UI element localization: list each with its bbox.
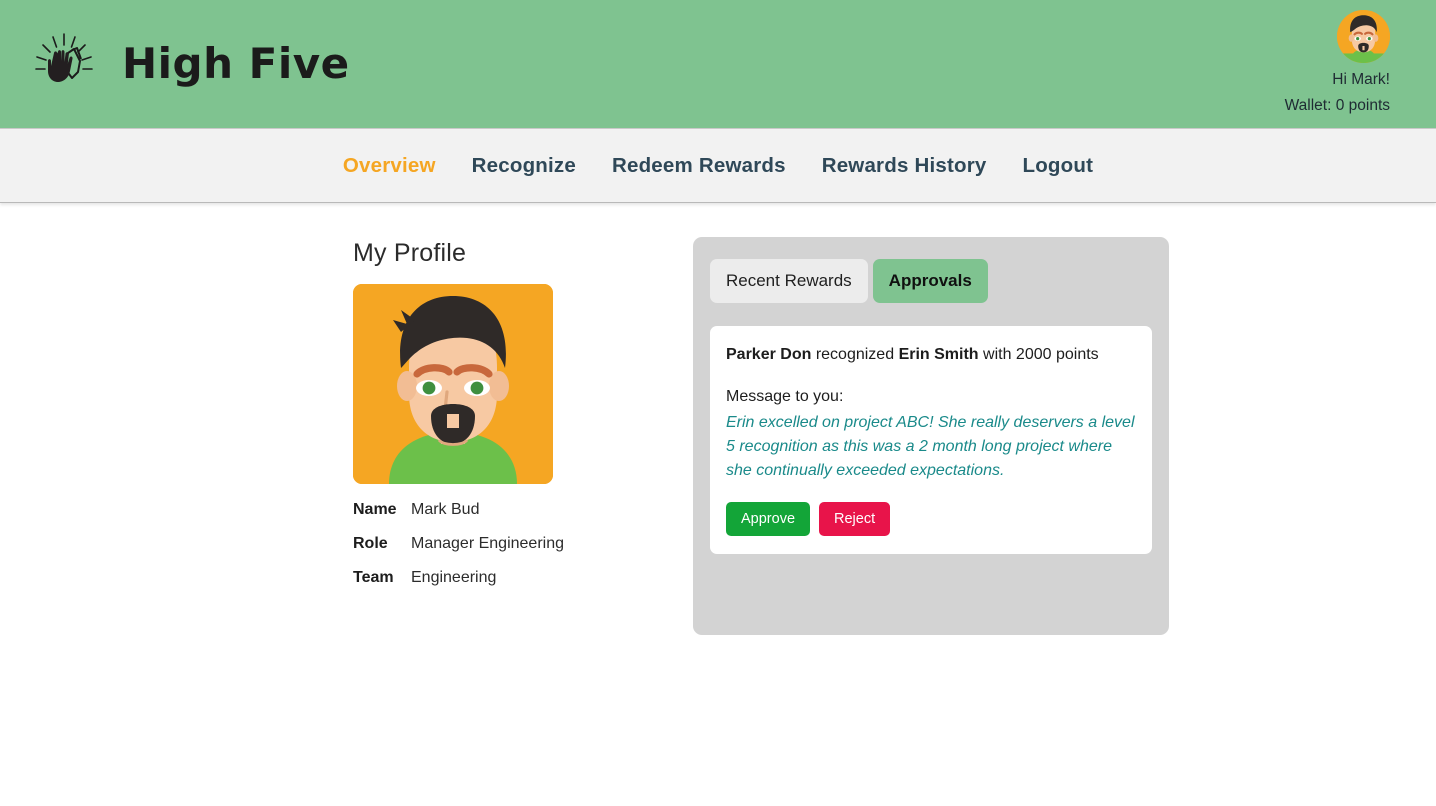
tab-approvals[interactable]: Approvals	[872, 259, 988, 303]
profile-value-team: Engineering	[411, 569, 497, 586]
rewards-panel: Recent Rewards Approvals Parker Don reco…	[693, 237, 1169, 635]
approval-giver-name: Parker Don	[726, 346, 812, 363]
tab-recent-rewards[interactable]: Recent Rewards	[710, 259, 868, 303]
approval-headline: Parker Don recognized Erin Smith with 20…	[726, 343, 1136, 366]
nav-item-recognize[interactable]: Recognize	[454, 154, 594, 178]
nav-item-overview[interactable]: Overview	[325, 154, 454, 178]
profile-fields: Name Mark Bud Role Manager Engineering T…	[353, 501, 623, 587]
user-info: Hi Mark! Wallet: 0 points	[1284, 9, 1412, 118]
profile-row: Name Mark Bud	[353, 501, 623, 519]
profile-section: My Profile Name Mark Bud Role Manager En…	[353, 233, 623, 635]
app-title: High Five	[122, 39, 350, 88]
message-label: Message to you:	[726, 388, 844, 406]
profile-label-name: Name	[353, 501, 397, 518]
approve-button[interactable]: Approve	[726, 502, 811, 537]
clapping-hands-icon	[28, 28, 100, 100]
message-body: Erin excelled on project ABC! She really…	[726, 414, 1135, 480]
profile-label-role: Role	[353, 535, 388, 552]
profile-label-team: Team	[353, 569, 394, 586]
reject-button[interactable]: Reject	[819, 502, 891, 537]
nav-item-rewards-history[interactable]: Rewards History	[804, 154, 1005, 178]
wallet-balance: Wallet: 0 points	[1284, 97, 1390, 114]
brand-logo[interactable]: High Five	[28, 28, 350, 100]
user-greeting: Hi Mark!	[1332, 70, 1390, 88]
profile-row: Team Engineering	[353, 569, 623, 587]
approval-actions: Approve Reject	[726, 502, 1136, 537]
main-navigation: Overview Recognize Redeem Rewards Reward…	[0, 128, 1436, 203]
approval-verb: recognized	[815, 346, 895, 363]
profile-row: Role Manager Engineering	[353, 535, 623, 553]
nav-item-logout[interactable]: Logout	[1004, 154, 1111, 178]
approval-points: with 2000 points	[983, 346, 1099, 363]
page-title: My Profile	[353, 239, 467, 267]
panel-tabs: Recent Rewards Approvals	[710, 259, 1152, 303]
approval-receiver-name: Erin Smith	[898, 346, 979, 363]
main-content: My Profile Name Mark Bud Role Manager En…	[0, 203, 1436, 635]
nav-item-redeem-rewards[interactable]: Redeem Rewards	[594, 154, 804, 178]
profile-avatar	[353, 284, 553, 484]
approval-card: Parker Don recognized Erin Smith with 20…	[710, 326, 1152, 555]
rewards-panel-column: Recent Rewards Approvals Parker Don reco…	[693, 233, 1169, 635]
app-header: High Five Hi Mark! Wallet: 0 points	[0, 0, 1436, 128]
avatar[interactable]	[1337, 9, 1390, 63]
profile-value-role: Manager Engineering	[411, 535, 564, 552]
profile-value-name: Mark Bud	[411, 501, 480, 518]
